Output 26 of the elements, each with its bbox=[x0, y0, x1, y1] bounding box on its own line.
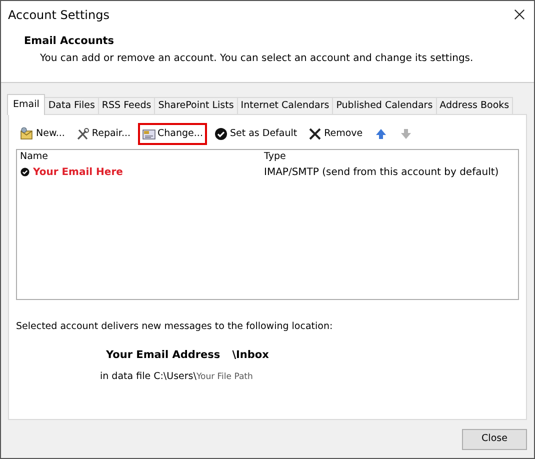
window-title: Account Settings bbox=[8, 6, 110, 24]
column-header[interactable]: Type bbox=[264, 151, 286, 162]
cross-icon bbox=[308, 127, 322, 141]
data-file-label: in data file C:\Users\ bbox=[100, 371, 196, 382]
card-icon bbox=[142, 127, 156, 141]
tab[interactable]: Email bbox=[7, 94, 46, 115]
envelope-icon bbox=[20, 127, 34, 141]
close-icon[interactable] bbox=[513, 8, 526, 22]
tab[interactable]: Address Books bbox=[436, 96, 514, 114]
section-title: Email Accounts bbox=[24, 34, 116, 48]
folder-name: \Inbox bbox=[232, 348, 269, 364]
toolbar-button[interactable]: Set as Default bbox=[210, 122, 302, 146]
toolbar-button[interactable]: New... bbox=[16, 122, 69, 146]
column-header[interactable]: Name bbox=[20, 150, 48, 164]
toolbar-button[interactable]: Remove bbox=[304, 122, 367, 146]
check-circle-icon bbox=[214, 127, 228, 141]
tools-icon bbox=[76, 127, 90, 141]
close-button[interactable]: Close bbox=[462, 429, 527, 450]
location-text: Selected account delivers new messages to the following location: bbox=[16, 320, 334, 334]
description-text: You can add or remove an account. You can select an account and change its settings. bbox=[40, 52, 474, 66]
account-type[interactable]: IMAP/SMTP (send from this account by default) bbox=[264, 166, 499, 178]
account-name[interactable]: Your Email Here bbox=[33, 164, 123, 180]
toolbar-button[interactable]: Repair... bbox=[72, 122, 135, 146]
file-path: Your File Path bbox=[196, 372, 253, 382]
account-address: Your Email Address bbox=[106, 348, 220, 364]
toolbar-button[interactable]: Change... bbox=[138, 122, 207, 146]
